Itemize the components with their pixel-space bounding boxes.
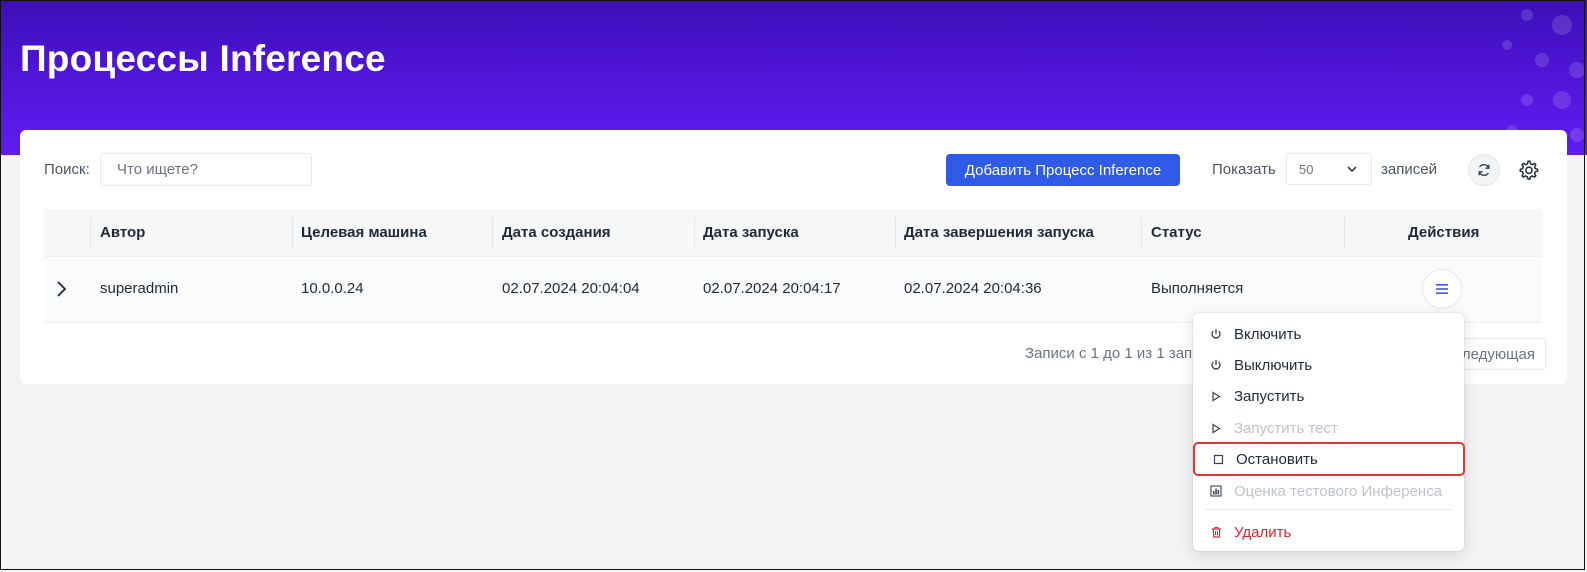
menu-item-delete[interactable]: Удалить [1193,517,1464,547]
cell-author: superadmin [100,280,179,297]
refresh-button[interactable] [1468,154,1500,186]
page-size-select[interactable]: 50 [1286,153,1372,185]
menu-item-run[interactable]: Запустить [1193,381,1464,411]
menu-item-label: Запустить тест [1234,419,1338,437]
chart-icon [1209,484,1223,498]
column-actions: Действия [1408,224,1480,241]
cell-finish-date: 02.07.2024 20:04:36 [904,280,1042,297]
chevron-down-icon [1347,166,1357,173]
table-header: Автор Целевая машина Дата создания Дата … [44,209,1542,257]
column-target-machine[interactable]: Целевая машина [301,224,427,241]
column-finish-date[interactable]: Дата завершения запуска [904,224,1094,241]
row-actions-button[interactable] [1422,269,1462,309]
play-icon [1209,389,1223,403]
menu-item-label: Выключить [1234,356,1313,374]
add-inference-process-button[interactable]: Добавить Процесс Inference [946,154,1180,186]
refresh-icon [1478,164,1490,176]
menu-icon [1436,284,1448,294]
cell-target-machine: 10.0.0.24 [301,280,364,297]
menu-item-label: Запустить [1234,387,1305,405]
settings-button[interactable] [1516,158,1540,182]
page-size-label: Показать [1212,161,1276,178]
column-author[interactable]: Автор [100,224,145,241]
column-divider [90,217,91,248]
menu-item-label: Оценка тестового Инференса [1234,482,1443,500]
menu-item-enable[interactable]: Включить [1193,319,1464,349]
page-title: Процессы Inference [20,38,386,79]
menu-item-stop[interactable]: Остановить [1193,442,1465,476]
row-actions-menu: Включить Выключить Запустить Запустить т… [1193,313,1465,551]
column-divider [1344,217,1345,248]
power-icon [1209,327,1223,341]
search-label: Поиск: [44,161,90,178]
cell-start-date: 02.07.2024 20:04:17 [703,280,841,297]
menu-item-label: Остановить [1236,450,1318,468]
gear-icon [1519,160,1539,180]
menu-item-evaluate-test: Оценка тестового Инференса [1193,476,1464,506]
trash-icon [1209,525,1223,539]
cell-status: Выполняется [1151,280,1244,297]
column-divider [694,217,695,248]
menu-item-label: Включить [1234,325,1302,343]
menu-item-run-test: Запустить тест [1193,413,1464,443]
column-status[interactable]: Статус [1151,224,1202,241]
column-created-date[interactable]: Дата создания [502,224,611,241]
chevron-right-icon[interactable] [52,279,70,299]
menu-item-disable[interactable]: Выключить [1193,350,1464,380]
menu-item-label: Удалить [1234,523,1292,541]
processes-table: Автор Целевая машина Дата создания Дата … [44,209,1542,323]
column-divider [492,217,493,248]
page-size-value: 50 [1299,161,1314,177]
play-icon [1209,421,1223,435]
search-input[interactable] [100,153,312,186]
power-icon [1209,358,1223,372]
column-divider [1141,217,1142,248]
cell-created-date: 02.07.2024 20:04:04 [502,280,640,297]
column-start-date[interactable]: Дата запуска [703,224,799,241]
menu-divider [1205,509,1452,510]
records-label: записей [1381,161,1437,178]
column-divider [895,217,896,248]
column-divider [292,217,293,248]
stop-icon [1211,452,1225,466]
